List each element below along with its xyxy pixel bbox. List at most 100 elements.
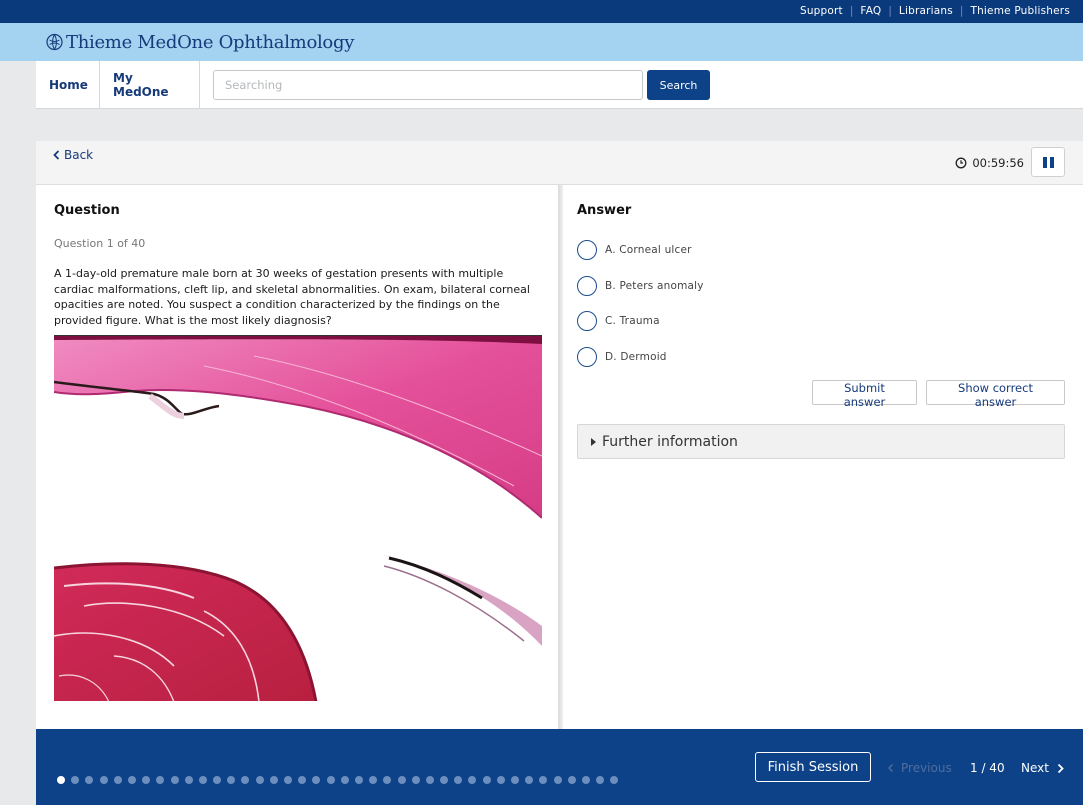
progress-dot[interactable]	[553, 776, 562, 784]
support-link[interactable]: Support	[800, 5, 843, 17]
caret-right-icon	[591, 437, 596, 446]
main-nav: Home My MedOne Search	[36, 61, 1083, 109]
utility-links: Support | FAQ | Librarians | Thieme Publ…	[800, 5, 1070, 17]
session-footer: Finish Session Previous 1 / 40 Next	[36, 729, 1083, 805]
progress-dot[interactable]	[284, 776, 292, 784]
back-link[interactable]: Back	[53, 148, 93, 162]
brand-logo[interactable]: Thieme MedOne Ophthalmology	[36, 23, 1083, 61]
chevron-left-icon	[53, 150, 60, 160]
answer-option-c[interactable]: C. Trauma	[577, 311, 660, 331]
radio-button[interactable]	[577, 240, 597, 260]
answer-heading: Answer	[577, 203, 632, 218]
progress-dot[interactable]	[156, 776, 165, 784]
progress-dot[interactable]	[298, 776, 307, 784]
faq-link[interactable]: FAQ	[860, 5, 881, 17]
utility-bar: Support | FAQ | Librarians | Thieme Publ…	[0, 0, 1083, 23]
search-input[interactable]	[213, 70, 643, 100]
previous-button[interactable]: Previous	[887, 761, 952, 775]
progress-dot[interactable]	[127, 776, 136, 784]
question-text: A 1-day-old premature male born at 30 we…	[54, 267, 530, 327]
progress-dot[interactable]	[596, 776, 605, 784]
progress-dot[interactable]	[525, 776, 534, 784]
progress-dot[interactable]	[581, 776, 590, 784]
progress-dot[interactable]	[425, 776, 434, 784]
progress-dot[interactable]	[496, 776, 505, 784]
thieme-logo-icon	[46, 33, 63, 51]
timer-value: 00:59:56	[972, 156, 1024, 170]
answer-option-a[interactable]: A. Corneal ulcer	[577, 240, 692, 260]
histology-image[interactable]	[54, 335, 542, 701]
nav-my-medone[interactable]: My MedOne	[100, 61, 200, 109]
brand-product: MedOne Ophthalmology	[137, 31, 355, 53]
progress-dot[interactable]	[85, 776, 94, 784]
progress-dot[interactable]	[610, 776, 619, 784]
progress-dot[interactable]	[511, 776, 519, 784]
progress-dot[interactable]	[170, 776, 179, 784]
progress-dot[interactable]	[539, 776, 548, 784]
progress-dot[interactable]	[326, 776, 335, 784]
question-panel: Question Question 1 of 40 A 1-day-old pr…	[36, 185, 558, 729]
previous-label: Previous	[901, 761, 952, 775]
session-header: Back 00:59:56	[36, 141, 1083, 185]
submit-answer-button[interactable]: Submit answer	[812, 380, 917, 409]
show-correct-answer-button[interactable]: Show correct answer	[926, 380, 1065, 409]
progress-dot[interactable]	[113, 776, 122, 784]
option-label: C. Trauma	[605, 315, 660, 327]
progress-dot[interactable]	[269, 776, 278, 784]
pause-button[interactable]	[1031, 147, 1065, 177]
progress-dot[interactable]	[57, 776, 65, 784]
answer-option-b[interactable]: B. Peters anomaly	[577, 276, 704, 296]
progress-dot[interactable]	[369, 776, 378, 784]
progress-dot[interactable]	[567, 776, 576, 784]
progress-dot[interactable]	[411, 776, 420, 784]
progress-dot[interactable]	[340, 776, 349, 784]
progress-dot[interactable]	[468, 776, 477, 784]
question-progress-dots	[57, 776, 625, 784]
radio-button[interactable]	[577, 347, 597, 367]
session-timer: 00:59:56	[955, 156, 1024, 170]
brand-name: Thieme MedOne Ophthalmology	[66, 32, 354, 53]
radio-button[interactable]	[577, 276, 597, 296]
progress-dot[interactable]	[312, 776, 321, 784]
page-indicator: 1 / 40	[970, 761, 1005, 775]
option-label: D. Dermoid	[605, 351, 667, 363]
progress-dot[interactable]	[454, 776, 463, 784]
option-label: B. Peters anomaly	[605, 280, 704, 292]
question-counter: Question 1 of 40	[54, 237, 146, 250]
progress-dot[interactable]	[354, 776, 363, 784]
question-heading: Question	[54, 203, 120, 218]
progress-dot[interactable]	[198, 776, 207, 784]
clock-icon	[955, 157, 967, 169]
link-separator: |	[888, 5, 892, 17]
progress-dot[interactable]	[383, 776, 392, 784]
progress-dot[interactable]	[482, 776, 491, 784]
progress-dot[interactable]	[227, 776, 236, 784]
librarians-link[interactable]: Librarians	[899, 5, 953, 17]
next-label: Next	[1021, 761, 1049, 775]
chevron-left-icon	[887, 763, 894, 773]
answer-option-d[interactable]: D. Dermoid	[577, 347, 667, 367]
progress-dot[interactable]	[99, 776, 108, 784]
further-information-accordion[interactable]: Further information	[577, 424, 1065, 459]
nav-home[interactable]: Home	[36, 61, 100, 109]
finish-session-button[interactable]: Finish Session	[755, 752, 871, 782]
progress-dot[interactable]	[184, 776, 193, 784]
thieme-publishers-link[interactable]: Thieme Publishers	[970, 5, 1070, 17]
progress-dot[interactable]	[213, 776, 222, 784]
progress-dot[interactable]	[71, 776, 80, 784]
link-separator: |	[959, 5, 964, 17]
radio-button[interactable]	[577, 311, 597, 331]
further-information-label: Further information	[602, 433, 738, 450]
progress-dot[interactable]	[255, 776, 264, 784]
chevron-right-icon	[1057, 763, 1064, 773]
histology-figure	[54, 336, 542, 701]
progress-dot[interactable]	[142, 776, 151, 784]
link-separator: |	[849, 5, 854, 17]
back-label: Back	[64, 148, 94, 162]
next-button[interactable]: Next	[1021, 761, 1065, 775]
progress-dot[interactable]	[397, 776, 406, 784]
brand-prefix: Thieme	[66, 31, 138, 53]
progress-dot[interactable]	[440, 776, 449, 784]
progress-dot[interactable]	[241, 776, 250, 784]
search-button[interactable]: Search	[647, 70, 710, 100]
